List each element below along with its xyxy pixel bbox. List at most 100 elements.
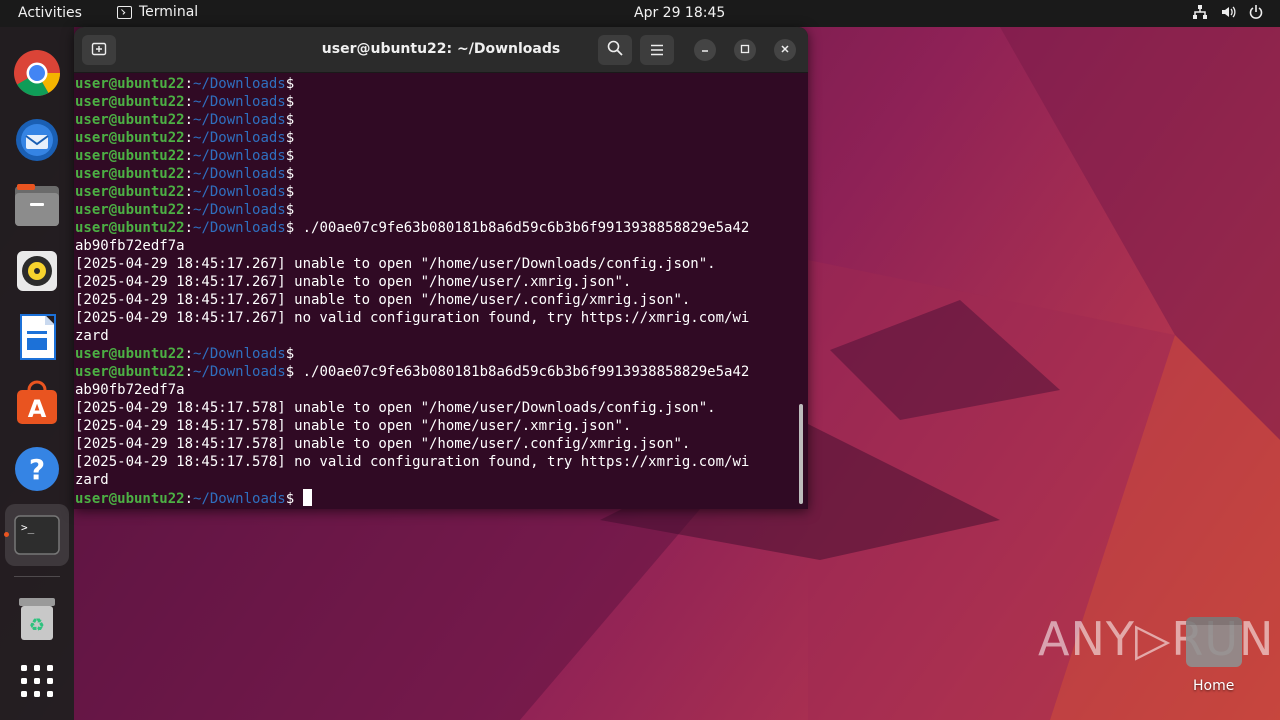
search-button[interactable] bbox=[598, 35, 632, 65]
output-text: ab90fb72edf7a bbox=[75, 238, 185, 254]
minimize-button[interactable] bbox=[694, 39, 716, 61]
terminal-line: user@ubuntu22:~/Downloads$ bbox=[75, 147, 800, 165]
prompt-path: ~/Downloads bbox=[193, 94, 286, 110]
network-icon bbox=[1192, 4, 1208, 20]
prompt-colon: : bbox=[184, 491, 194, 507]
output-text: [2025-04-29 18:45:17.267] unable to open… bbox=[75, 292, 691, 308]
rhythmbox-icon[interactable] bbox=[12, 246, 62, 296]
output-text: [2025-04-29 18:45:17.267] unable to open… bbox=[75, 274, 632, 290]
show-apps-icon[interactable] bbox=[12, 656, 62, 706]
terminal-line: user@ubuntu22:~/Downloads$ bbox=[75, 183, 800, 201]
output-text: zard bbox=[75, 328, 109, 344]
svg-text:?: ? bbox=[29, 453, 45, 486]
prompt-path: ~/Downloads bbox=[193, 202, 286, 218]
terminal-header-bar[interactable]: user@ubuntu22: ~/Downloads bbox=[74, 27, 808, 73]
prompt-colon: : bbox=[184, 220, 194, 236]
prompt-symbol: $ bbox=[285, 491, 295, 507]
power-icon bbox=[1248, 4, 1264, 20]
terminal-line: [2025-04-29 18:45:17.267] unable to open… bbox=[75, 291, 800, 309]
clock[interactable]: Apr 29 18:45 bbox=[634, 5, 725, 21]
prompt-symbol: $ bbox=[285, 202, 295, 218]
terminal-line: user@ubuntu22:~/Downloads$ bbox=[75, 111, 800, 129]
terminal-line: [2025-04-29 18:45:17.578] unable to open… bbox=[75, 417, 800, 435]
prompt-user: user@ubuntu22 bbox=[75, 166, 185, 182]
terminal-scrollbar[interactable] bbox=[799, 404, 803, 504]
terminal-line: user@ubuntu22:~/Downloads$ ./00ae07c9fe6… bbox=[75, 363, 800, 381]
prompt-path: ~/Downloads bbox=[193, 166, 286, 182]
prompt-symbol: $ bbox=[285, 184, 295, 200]
terminal-window[interactable]: user@ubuntu22: ~/Downloads user@ubuntu22… bbox=[74, 27, 808, 509]
maximize-icon bbox=[740, 43, 750, 57]
activities-button[interactable]: Activities bbox=[18, 5, 82, 21]
text-cursor bbox=[302, 489, 312, 506]
search-icon bbox=[607, 40, 623, 60]
close-icon bbox=[780, 43, 790, 57]
prompt-path: ~/Downloads bbox=[193, 220, 286, 236]
prompt-colon: : bbox=[184, 76, 194, 92]
close-button[interactable] bbox=[774, 39, 796, 61]
help-icon[interactable]: ? bbox=[12, 444, 62, 494]
terminal-line: ab90fb72edf7a bbox=[75, 237, 800, 255]
output-text: zard bbox=[75, 472, 109, 488]
prompt-path: ~/Downloads bbox=[193, 130, 286, 146]
prompt-user: user@ubuntu22 bbox=[75, 202, 185, 218]
terminal-line: user@ubuntu22:~/Downloads$ bbox=[75, 165, 800, 183]
prompt-user: user@ubuntu22 bbox=[75, 94, 185, 110]
terminal-line: [2025-04-29 18:45:17.578] no valid confi… bbox=[75, 453, 800, 471]
app-menu[interactable]: Terminal bbox=[117, 4, 198, 20]
prompt-symbol: $ bbox=[285, 130, 295, 146]
prompt-path: ~/Downloads bbox=[193, 184, 286, 200]
command-text: ./00ae07c9fe63b080181b8a6d59c6b3b6f99139… bbox=[294, 220, 750, 236]
files-icon[interactable] bbox=[12, 180, 62, 230]
output-text: [2025-04-29 18:45:17.578] unable to open… bbox=[75, 436, 691, 452]
terminal-line: user@ubuntu22:~/Downloads$ bbox=[75, 201, 800, 219]
trash-icon[interactable]: ♻ bbox=[12, 594, 62, 644]
prompt-user: user@ubuntu22 bbox=[75, 220, 185, 236]
menu-button[interactable] bbox=[640, 35, 674, 65]
prompt-path: ~/Downloads bbox=[193, 491, 286, 507]
terminal-line: [2025-04-29 18:45:17.267] unable to open… bbox=[75, 273, 800, 291]
output-text: [2025-04-29 18:45:17.267] unable to open… bbox=[75, 256, 716, 272]
terminal-line: [2025-04-29 18:45:17.578] unable to open… bbox=[75, 399, 800, 417]
prompt-user: user@ubuntu22 bbox=[75, 76, 185, 92]
prompt-colon: : bbox=[184, 148, 194, 164]
terminal-dock-icon[interactable]: >_ bbox=[12, 510, 62, 560]
system-tray[interactable] bbox=[1192, 4, 1264, 20]
thunderbird-icon[interactable] bbox=[12, 114, 62, 164]
output-text: [2025-04-29 18:45:17.267] no valid confi… bbox=[75, 310, 750, 326]
terminal-icon bbox=[117, 5, 132, 19]
output-text: [2025-04-29 18:45:17.578] unable to open… bbox=[75, 400, 716, 416]
minimize-icon bbox=[700, 43, 710, 57]
command-text bbox=[294, 491, 302, 507]
prompt-user: user@ubuntu22 bbox=[75, 491, 185, 507]
maximize-button[interactable] bbox=[734, 39, 756, 61]
app-center-icon[interactable]: A bbox=[12, 378, 62, 428]
terminal-line: user@ubuntu22:~/Downloads$ bbox=[75, 75, 800, 93]
terminal-line: user@ubuntu22:~/Downloads$ bbox=[75, 489, 800, 507]
prompt-path: ~/Downloads bbox=[193, 346, 286, 362]
prompt-user: user@ubuntu22 bbox=[75, 364, 185, 380]
prompt-colon: : bbox=[184, 202, 194, 218]
prompt-colon: : bbox=[184, 112, 194, 128]
prompt-colon: : bbox=[184, 130, 194, 146]
svg-text:>_: >_ bbox=[21, 521, 35, 534]
terminal-line: user@ubuntu22:~/Downloads$ bbox=[75, 93, 800, 111]
svg-text:♻: ♻ bbox=[29, 615, 45, 636]
output-text: [2025-04-29 18:45:17.578] no valid confi… bbox=[75, 454, 750, 470]
terminal-line: [2025-04-29 18:45:17.267] no valid confi… bbox=[75, 309, 800, 327]
terminal-line: zard bbox=[75, 327, 800, 345]
chrome-icon[interactable] bbox=[12, 48, 62, 98]
prompt-path: ~/Downloads bbox=[193, 112, 286, 128]
command-text: ./00ae07c9fe63b080181b8a6d59c6b3b6f99139… bbox=[294, 364, 750, 380]
prompt-user: user@ubuntu22 bbox=[75, 112, 185, 128]
prompt-symbol: $ bbox=[285, 148, 295, 164]
prompt-colon: : bbox=[184, 346, 194, 362]
home-folder-label: Home bbox=[1193, 678, 1235, 694]
prompt-symbol: $ bbox=[285, 166, 295, 182]
prompt-symbol: $ bbox=[285, 364, 295, 380]
prompt-user: user@ubuntu22 bbox=[75, 130, 185, 146]
home-folder-icon[interactable] bbox=[1186, 617, 1242, 667]
libreoffice-writer-icon[interactable] bbox=[12, 312, 62, 362]
dock: A ? >_ ♻ bbox=[0, 27, 74, 720]
terminal-output[interactable]: user@ubuntu22:~/Downloads$ user@ubuntu22:… bbox=[74, 73, 800, 509]
